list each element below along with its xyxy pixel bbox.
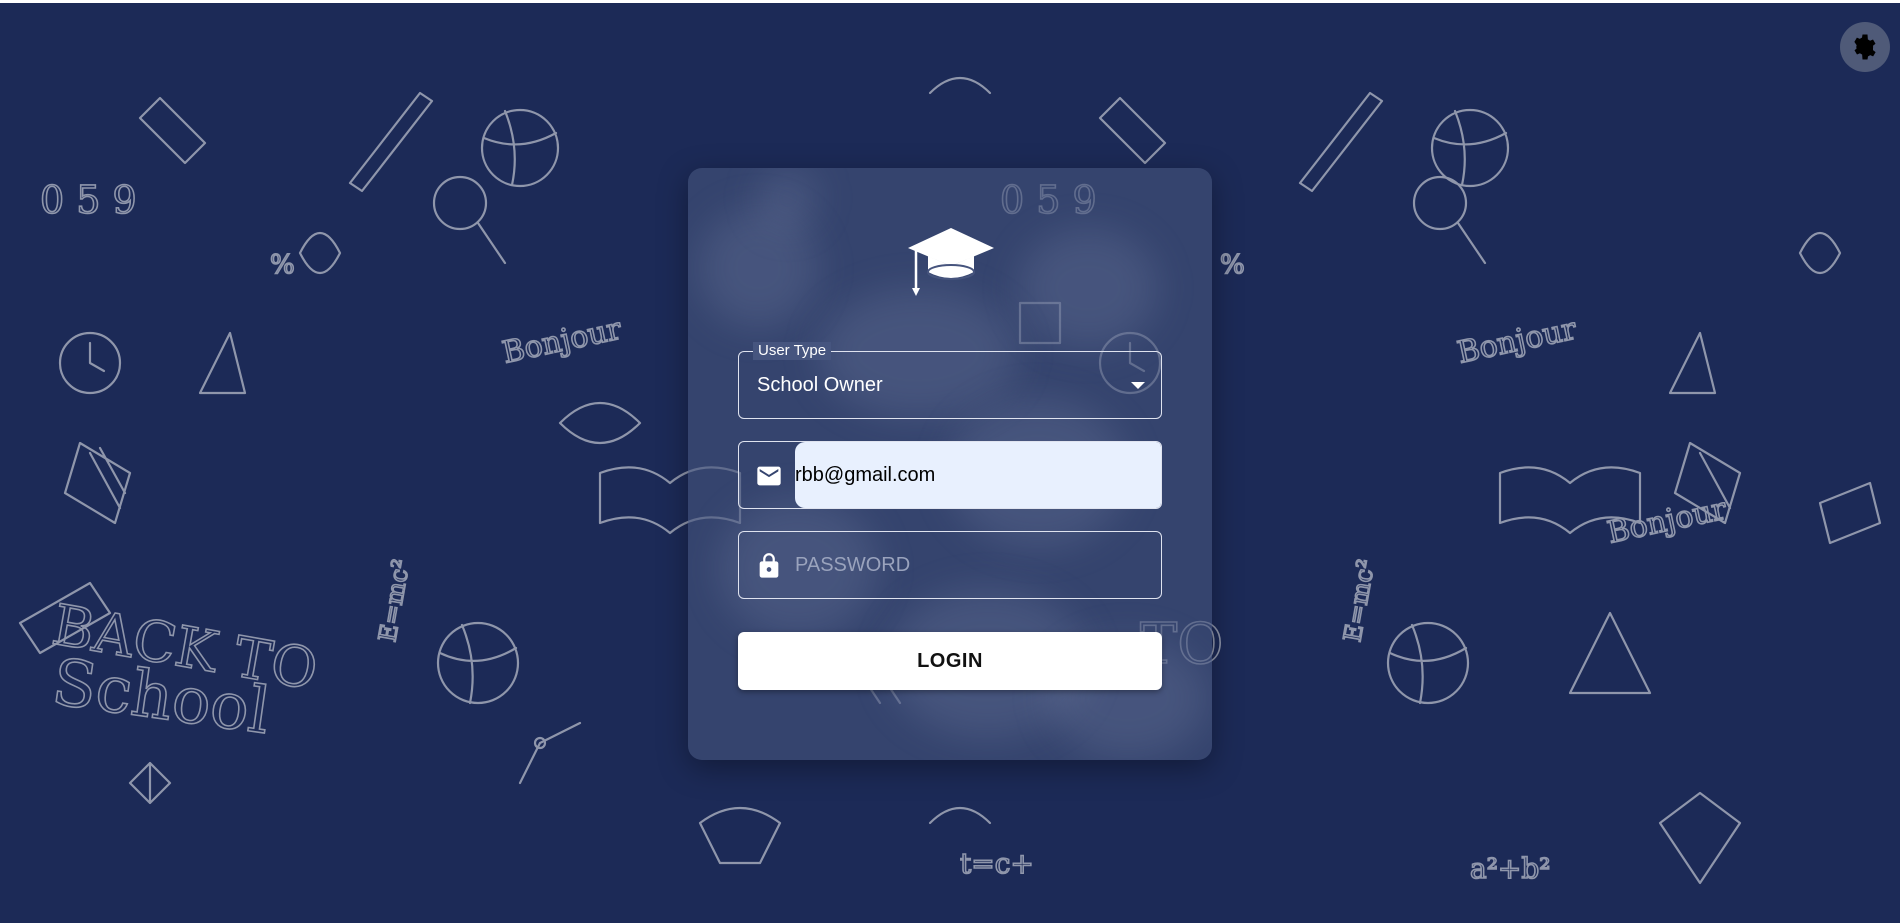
svg-text:0 5 9: 0 5 9 [40,178,137,222]
login-button[interactable]: LOGIN [738,632,1162,690]
svg-text:E=mc²: E=mc² [1338,557,1380,644]
graduation-cap-icon [908,228,994,296]
password-input[interactable] [795,532,1155,598]
theme-settings-button[interactable] [1840,22,1890,72]
user-type-value: School Owner [757,374,883,396]
svg-text:a²+b²: a²+b² [1470,852,1551,885]
svg-text:%: % [270,250,295,280]
svg-text:E=mc²: E=mc² [373,557,415,644]
mail-icon [757,466,781,486]
svg-text:t=c+: t=c+ [960,847,1034,880]
login-card: User Type School Owner LOGIN [688,168,1212,760]
user-type-label: User Type [753,342,832,360]
svg-text:Bonjour: Bonjour [1604,491,1730,550]
svg-text:Bonjour: Bonjour [1454,311,1580,370]
email-input[interactable] [795,442,1155,508]
user-type-select[interactable]: User Type School Owner [738,342,1162,419]
svg-text:%: % [1220,250,1245,280]
chevron-down-icon [1131,382,1145,389]
gear-icon [1854,34,1876,60]
svg-text:Bonjour: Bonjour [499,311,625,370]
lock-icon [759,553,779,578]
email-field[interactable] [738,441,1162,509]
password-field[interactable] [738,531,1162,599]
